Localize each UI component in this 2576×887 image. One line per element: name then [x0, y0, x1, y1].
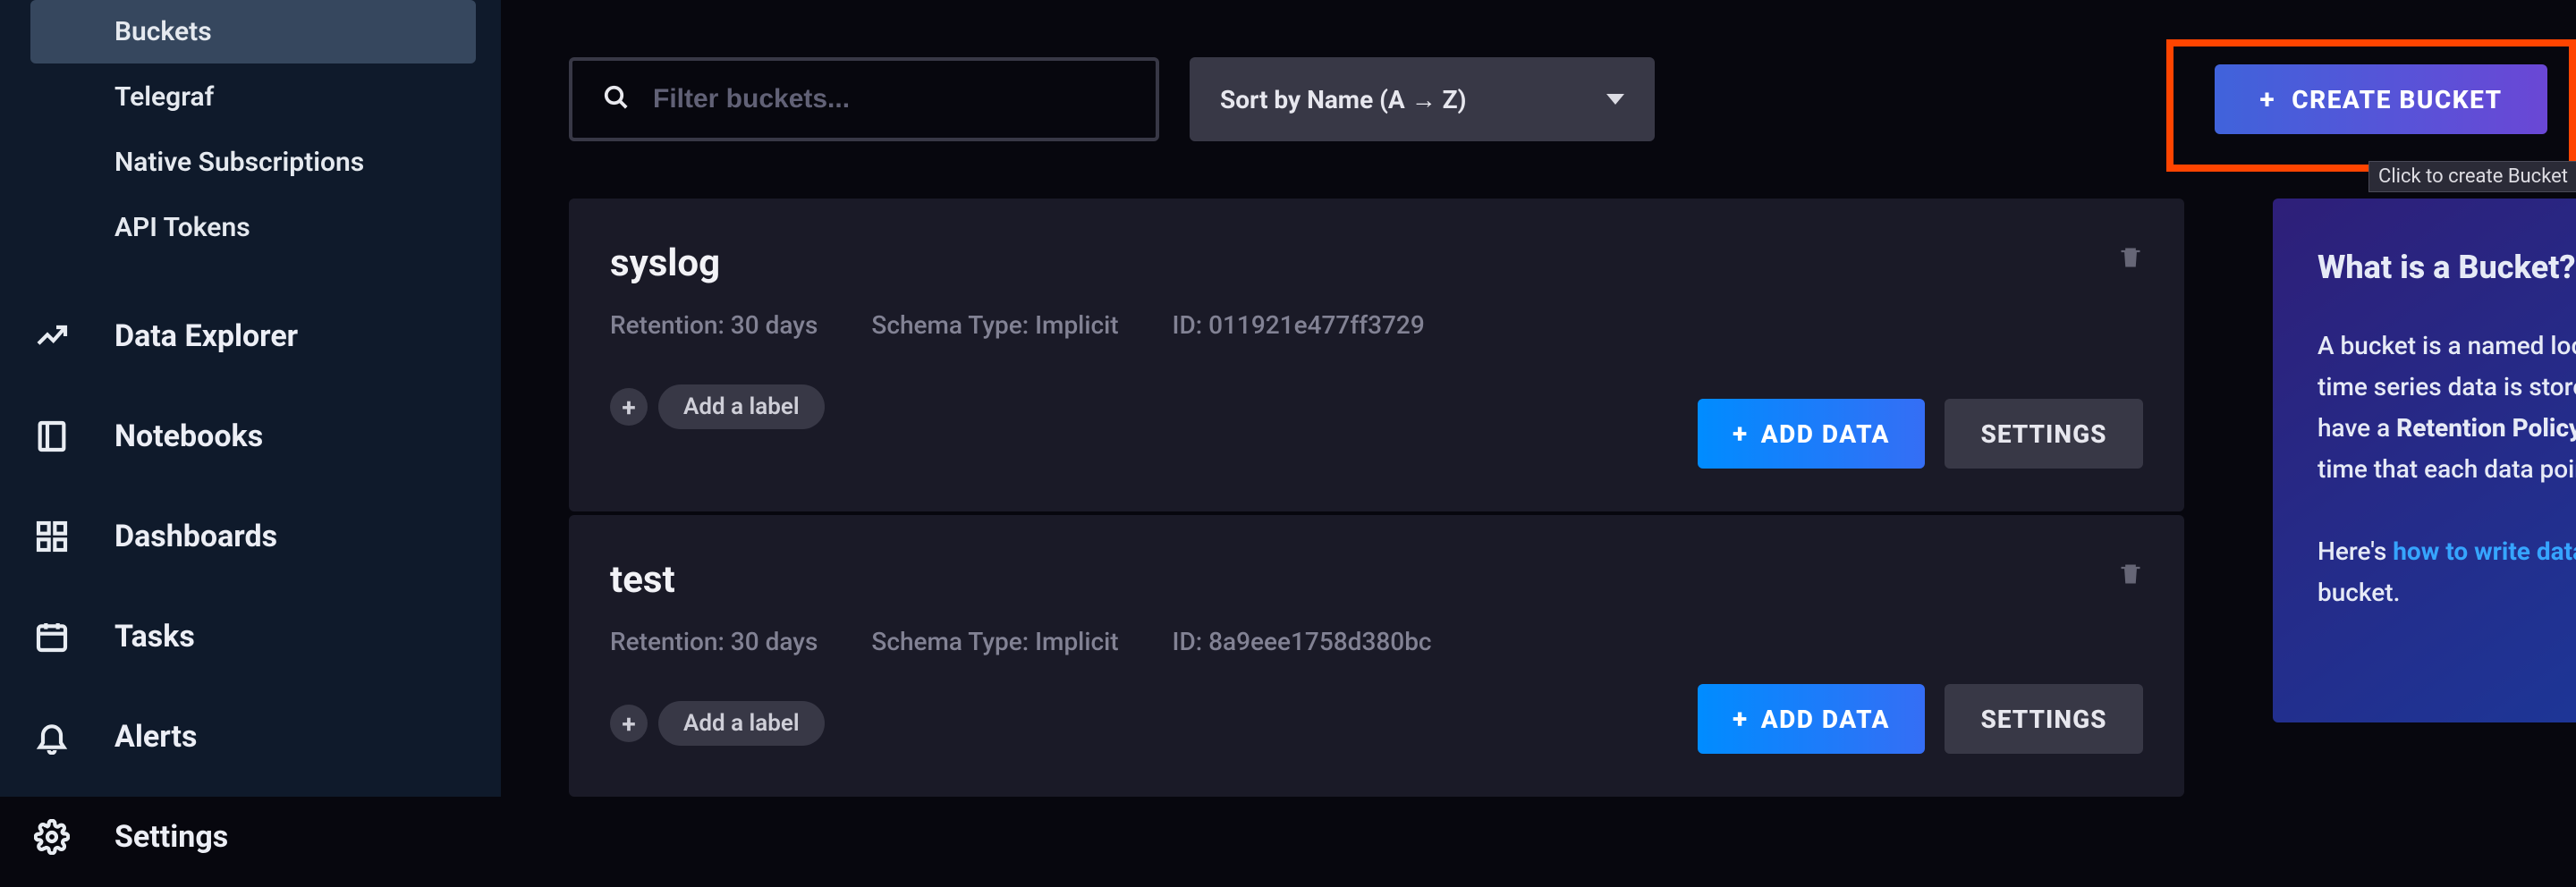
add-label-button[interactable]: Add a label — [658, 384, 825, 429]
bucket-card: syslog Retention: 30 days Schema Type: I… — [569, 199, 2184, 511]
bucket-schema: Schema Type: Implicit — [871, 627, 1118, 656]
main: Sort by Name (A → Z) + CREATE BUCKET Cli… — [569, 0, 2576, 797]
bucket-meta: Retention: 30 days Schema Type: Implicit… — [610, 310, 2143, 340]
sidebar-item-settings[interactable]: Settings — [0, 787, 501, 887]
sidebar-subitem-telegraf[interactable]: Telegraf — [30, 65, 476, 129]
sidebar-subitem-api-tokens[interactable]: API Tokens — [30, 196, 476, 259]
search-input[interactable] — [653, 84, 1118, 114]
sidebar-main: Data Explorer Notebooks Dashboards Tasks… — [0, 286, 501, 887]
add-label-plus-button[interactable]: + — [610, 388, 648, 426]
add-data-label: ADD DATA — [1761, 705, 1890, 734]
add-data-button[interactable]: + ADD DATA — [1698, 684, 1925, 754]
sort-label: Sort by Name (A → Z) — [1220, 85, 1467, 114]
sidebar-item-label: Alerts — [114, 719, 197, 755]
gear-icon — [32, 817, 72, 857]
info-paragraph-1: A bucket is a named location where time … — [2318, 325, 2576, 490]
bucket-settings-button[interactable]: SETTINGS — [1945, 684, 2143, 754]
sidebar-item-data-explorer[interactable]: Data Explorer — [0, 286, 501, 386]
bucket-card: test Retention: 30 days Schema Type: Imp… — [569, 515, 2184, 797]
plus-icon: + — [1733, 704, 1749, 735]
bucket-actions: + ADD DATA SETTINGS — [1698, 684, 2143, 754]
sidebar-item-label: Dashboards — [114, 519, 277, 554]
info-title: What is a Bucket? — [2318, 249, 2576, 286]
bucket-retention: Retention: 30 days — [610, 627, 818, 656]
delete-bucket-button[interactable] — [2118, 562, 2143, 587]
plus-icon: + — [2259, 84, 2275, 115]
bucket-meta: Retention: 30 days Schema Type: Implicit… — [610, 627, 2143, 656]
bucket-name[interactable]: syslog — [610, 241, 2143, 285]
sidebar-subitem-label: API Tokens — [114, 212, 250, 243]
info-bold: Retention Policy — [2396, 413, 2576, 443]
sidebar-item-label: Settings — [114, 819, 228, 855]
add-data-label: ADD DATA — [1761, 419, 1890, 449]
info-text: Here's — [2318, 536, 2393, 566]
tooltip-create-bucket: Click to create Bucket — [2368, 161, 2576, 192]
bucket-actions: + ADD DATA SETTINGS — [1698, 399, 2143, 469]
info-link-write-data[interactable]: how to write data — [2393, 536, 2576, 566]
sidebar-item-tasks[interactable]: Tasks — [0, 587, 501, 687]
grid-icon — [32, 517, 72, 556]
notebook-icon — [32, 417, 72, 456]
search-wrap — [569, 57, 1159, 141]
chevron-down-icon — [1606, 94, 1624, 105]
add-label-button[interactable]: Add a label — [658, 701, 825, 746]
sidebar-submenu: Buckets Telegraf Native Subscriptions AP… — [30, 0, 476, 261]
bucket-id: ID: 8a9eee1758d380bc — [1173, 627, 1432, 656]
sidebar-item-notebooks[interactable]: Notebooks — [0, 386, 501, 486]
add-label-plus-button[interactable]: + — [610, 705, 648, 742]
bell-icon — [32, 717, 72, 756]
search-icon — [603, 84, 630, 114]
tooltip-text: Click to create Bucket — [2378, 165, 2568, 188]
sidebar-item-label: Notebooks — [114, 418, 263, 454]
info-panel: What is a Bucket? A bucket is a named lo… — [2273, 199, 2576, 722]
sidebar-item-label: Data Explorer — [114, 318, 298, 354]
sidebar-item-dashboards[interactable]: Dashboards — [0, 486, 501, 587]
calendar-icon — [32, 617, 72, 656]
sidebar-item-label: Tasks — [114, 619, 195, 655]
create-bucket-label: CREATE BUCKET — [2292, 85, 2502, 114]
bucket-name[interactable]: test — [610, 558, 2143, 602]
bucket-settings-button[interactable]: SETTINGS — [1945, 399, 2143, 469]
chart-line-icon — [32, 317, 72, 356]
delete-bucket-button[interactable] — [2118, 245, 2143, 270]
sidebar-subitem-label: Native Subscriptions — [114, 147, 364, 178]
info-paragraph-2: Here's how to write data into your bucke… — [2318, 531, 2576, 613]
create-bucket-button[interactable]: + CREATE BUCKET — [2215, 64, 2547, 134]
sidebar-subitem-buckets[interactable]: Buckets — [30, 0, 476, 63]
bucket-schema: Schema Type: Implicit — [871, 310, 1118, 340]
sidebar: Buckets Telegraf Native Subscriptions AP… — [0, 0, 501, 797]
sidebar-subitem-label: Telegraf — [114, 81, 214, 113]
add-data-button[interactable]: + ADD DATA — [1698, 399, 1925, 469]
toolbar: Sort by Name (A → Z) + CREATE BUCKET — [569, 57, 2576, 141]
bucket-retention: Retention: 30 days — [610, 310, 818, 340]
sort-dropdown[interactable]: Sort by Name (A → Z) — [1190, 57, 1655, 141]
bucket-id: ID: 011921e477ff3729 — [1173, 310, 1425, 340]
sidebar-item-alerts[interactable]: Alerts — [0, 687, 501, 787]
plus-icon: + — [1733, 418, 1749, 450]
sidebar-subitem-native-subscriptions[interactable]: Native Subscriptions — [30, 131, 476, 194]
sidebar-subitem-label: Buckets — [114, 16, 212, 47]
